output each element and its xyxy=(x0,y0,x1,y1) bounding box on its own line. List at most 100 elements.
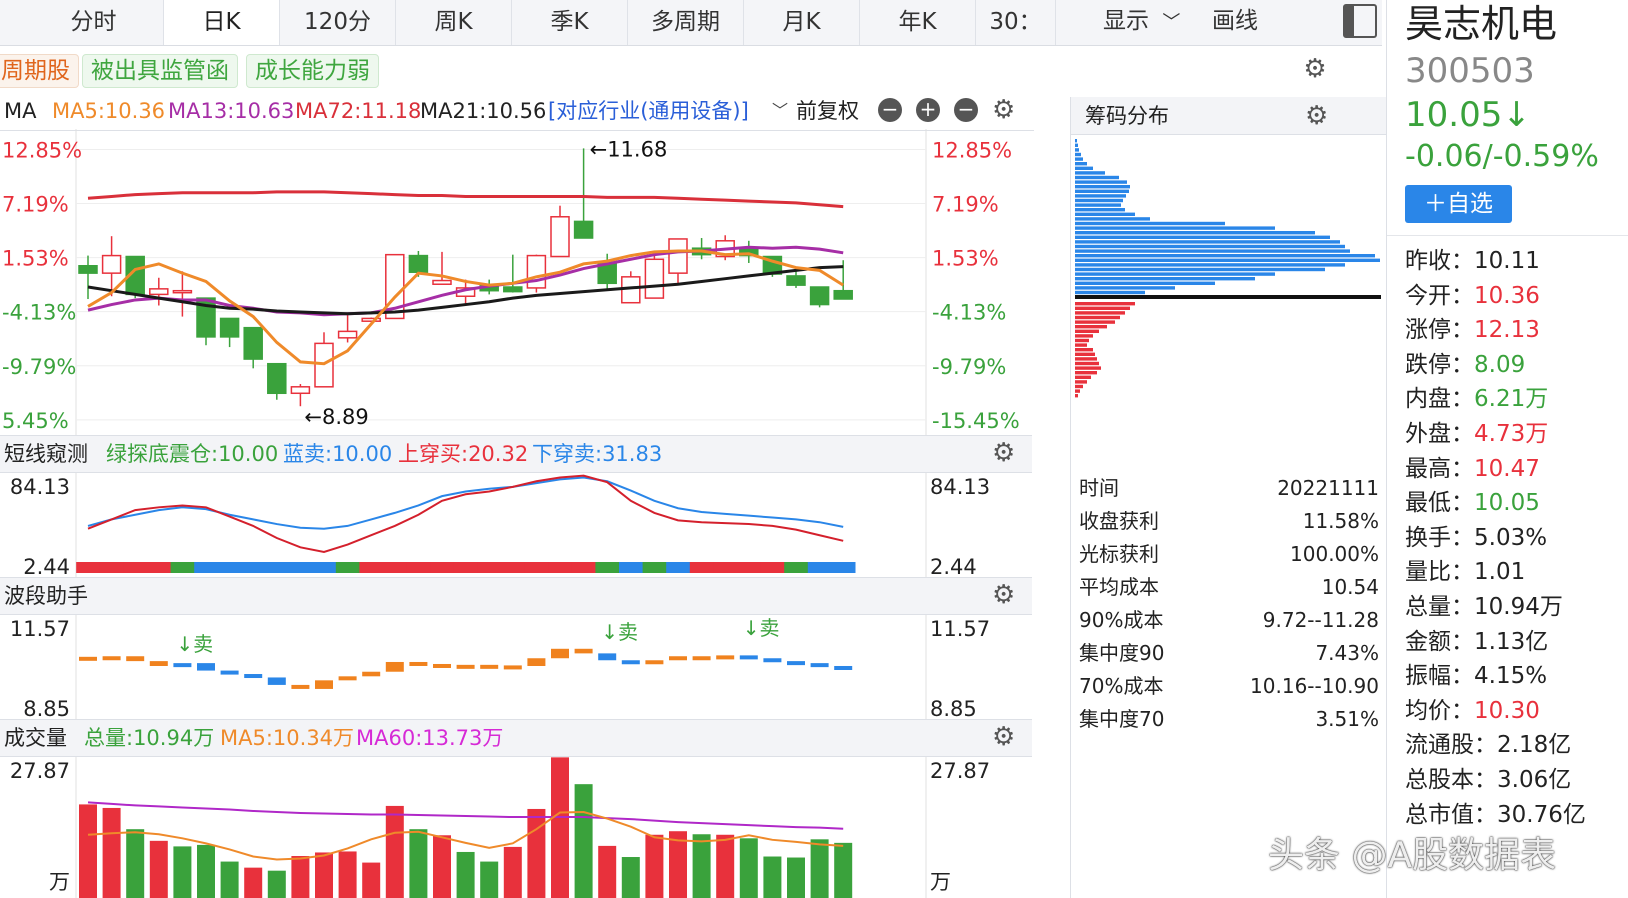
tab-period[interactable]: 年K xyxy=(860,0,976,45)
quote-stat-row: 最低：10.05 xyxy=(1405,486,1540,520)
wave-bar xyxy=(645,660,664,665)
tab-period[interactable]: 季K xyxy=(512,0,628,45)
display-menu[interactable]: 显示 ﹀ xyxy=(1103,0,1180,45)
quote-stat-value: 3.06亿 xyxy=(1497,767,1572,793)
volume-bar xyxy=(102,807,121,898)
chip-bar-trapped xyxy=(1075,217,1150,221)
chip-stat-value: 100.00% xyxy=(1290,542,1379,566)
zoom-in-icon[interactable]: + xyxy=(916,98,940,122)
state-bar-segment xyxy=(312,562,337,573)
stock-tags-row: 周期股 被出具监管函 成长能力弱 ⚙ xyxy=(0,50,1382,94)
volume-bar xyxy=(315,852,333,898)
wave-bar xyxy=(551,648,569,659)
gear-icon[interactable]: ⚙ xyxy=(1302,56,1328,82)
chip-histogram[interactable] xyxy=(1071,135,1387,465)
adjust-mode[interactable]: 前复权 xyxy=(796,93,859,129)
axis-tick-label: 11.57 xyxy=(930,617,990,641)
chip-stat-row: 70%成本 10.16--10.90 xyxy=(1079,670,1379,703)
tab-period[interactable]: 分时 xyxy=(24,0,164,45)
ma13-value: MA13:10.63 xyxy=(168,99,295,123)
chip-bar-profit xyxy=(1075,394,1078,398)
layout-toggle-icon[interactable] xyxy=(1343,4,1377,38)
candle xyxy=(644,258,665,299)
tab-period[interactable]: 30： xyxy=(976,0,1056,45)
industry-link[interactable]: [对应行业(通用设备)] xyxy=(548,93,749,129)
wave-bar xyxy=(480,664,499,669)
quote-stat-row: 振幅：4.15% xyxy=(1405,659,1547,693)
gear-icon[interactable]: ⚙ xyxy=(992,97,1015,123)
short-term-chart[interactable]: 84.13 2.44 84.13 2.44 xyxy=(0,473,1032,577)
chip-bar-profit xyxy=(1075,361,1099,366)
short-term-panel[interactable]: 84.13 2.44 84.13 2.44 xyxy=(0,473,1032,577)
wave-panel[interactable]: 11.57 8.85 11.57 8.85 ↓卖 ↓卖 ↓卖 xyxy=(0,615,1032,719)
short-term-header: 短线窥测 绿探底震仓:10.00 蓝卖:10.00 上穿买:20.32 下穿卖:… xyxy=(0,435,1032,473)
state-bar-segment xyxy=(548,562,573,573)
chip-bar-trapped xyxy=(1075,194,1126,198)
kline-panel[interactable]: 12.85% 12.85% 7.19% 7.19% 1.53% 1.53% -4.13% -4… xyxy=(0,129,1032,436)
axis-tick-label: -9.79% xyxy=(932,355,1006,379)
gear-icon[interactable]: ⚙ xyxy=(992,582,1015,608)
state-bar-segment xyxy=(666,562,691,573)
quote-stat-label: 跌停： xyxy=(1405,351,1474,378)
tab-period[interactable]: 周K xyxy=(396,0,512,45)
candle xyxy=(267,362,287,395)
quote-stat-row: 金额：1.13亿 xyxy=(1405,625,1548,659)
state-bar-segment xyxy=(571,562,596,573)
volume-bar xyxy=(739,838,758,898)
volume-total: 总量:10.94万 xyxy=(84,726,215,750)
draw-line-button[interactable]: 画线 xyxy=(1212,0,1258,45)
state-bar-segment xyxy=(123,562,148,573)
volume-chart[interactable]: 27.87 万 27.87 万 xyxy=(0,757,1032,898)
gear-icon[interactable]: ⚙ xyxy=(992,724,1015,750)
candle xyxy=(243,326,263,360)
short-blue-line xyxy=(87,476,844,530)
candle xyxy=(101,254,122,274)
chip-bar-trapped xyxy=(1075,286,1175,290)
quote-stat-label: 换手： xyxy=(1405,524,1474,551)
tag-weak-growth[interactable]: 成长能力弱 xyxy=(246,54,379,88)
axis-tick-label: 5.45% xyxy=(2,409,69,433)
quote-stat-row: 涨停：12.13 xyxy=(1405,313,1540,347)
volume-bar xyxy=(220,861,239,898)
chip-bar-trapped xyxy=(1075,281,1215,285)
volume-panel[interactable]: 27.87 万 27.87 万 xyxy=(0,757,1032,898)
chip-bar-profit xyxy=(1075,329,1099,333)
wave-bar xyxy=(503,665,522,670)
quote-stat-label: 总量： xyxy=(1405,594,1474,620)
short-term-cross-sell: 下穿卖:31.83 xyxy=(532,442,663,466)
tab-period[interactable]: 月K xyxy=(744,0,860,45)
tab-period[interactable]: 日K xyxy=(164,0,280,45)
quote-stat-label: 金额： xyxy=(1405,628,1474,655)
axis-tick-label: 万 xyxy=(49,870,70,894)
candle xyxy=(550,216,570,258)
candle xyxy=(290,386,311,395)
tag-regulatory-letter[interactable]: 被出具监管函 xyxy=(82,54,238,88)
quote-panel: 昊志机电 300503 10.05↓ -0.06/-0.59% ＋自选 昨收：1… xyxy=(1386,0,1628,898)
candle xyxy=(786,275,806,286)
wave-bar xyxy=(267,677,286,685)
tab-period[interactable]: 120分 xyxy=(280,0,396,45)
minimize-icon[interactable]: − xyxy=(954,98,978,122)
volume-bar xyxy=(291,856,310,898)
quote-stat-row: 跌停：8.09 xyxy=(1405,348,1525,382)
chevron-down-icon[interactable]: ﹀ xyxy=(772,93,788,129)
ma21-value: MA21:10.56 xyxy=(420,99,547,123)
chip-stat-value: 11.58% xyxy=(1302,509,1379,533)
chip-bar-trapped xyxy=(1075,148,1079,152)
chip-stat-row: 集中度90 7.43% xyxy=(1079,637,1379,670)
quote-stat-label: 振幅： xyxy=(1405,663,1474,690)
gear-icon[interactable]: ⚙ xyxy=(992,440,1015,466)
chip-bar-trapped xyxy=(1075,244,1345,249)
zoom-out-icon[interactable]: − xyxy=(878,98,902,122)
add-watchlist-button[interactable]: ＋自选 xyxy=(1405,185,1512,223)
kline-chart[interactable]: 12.85% 12.85% 7.19% 7.19% 1.53% 1.53% -4.13% -4… xyxy=(0,129,1032,436)
chip-stat-label: 集中度90 xyxy=(1079,641,1165,665)
tab-period[interactable]: 多周期 xyxy=(628,0,744,45)
axis-tick-label: 84.13 xyxy=(930,475,990,499)
gear-icon[interactable]: ⚙ xyxy=(1305,103,1328,129)
state-bar-segment xyxy=(501,562,526,573)
wave-chart[interactable]: 11.57 8.85 11.57 8.85 ↓卖 ↓卖 ↓卖 xyxy=(0,615,1032,719)
quote-stat-row: 流通股：2.18亿 xyxy=(1405,728,1571,762)
quote-stat-label: 涨停： xyxy=(1405,317,1474,344)
tag-cyclical[interactable]: 周期股 xyxy=(0,54,79,88)
